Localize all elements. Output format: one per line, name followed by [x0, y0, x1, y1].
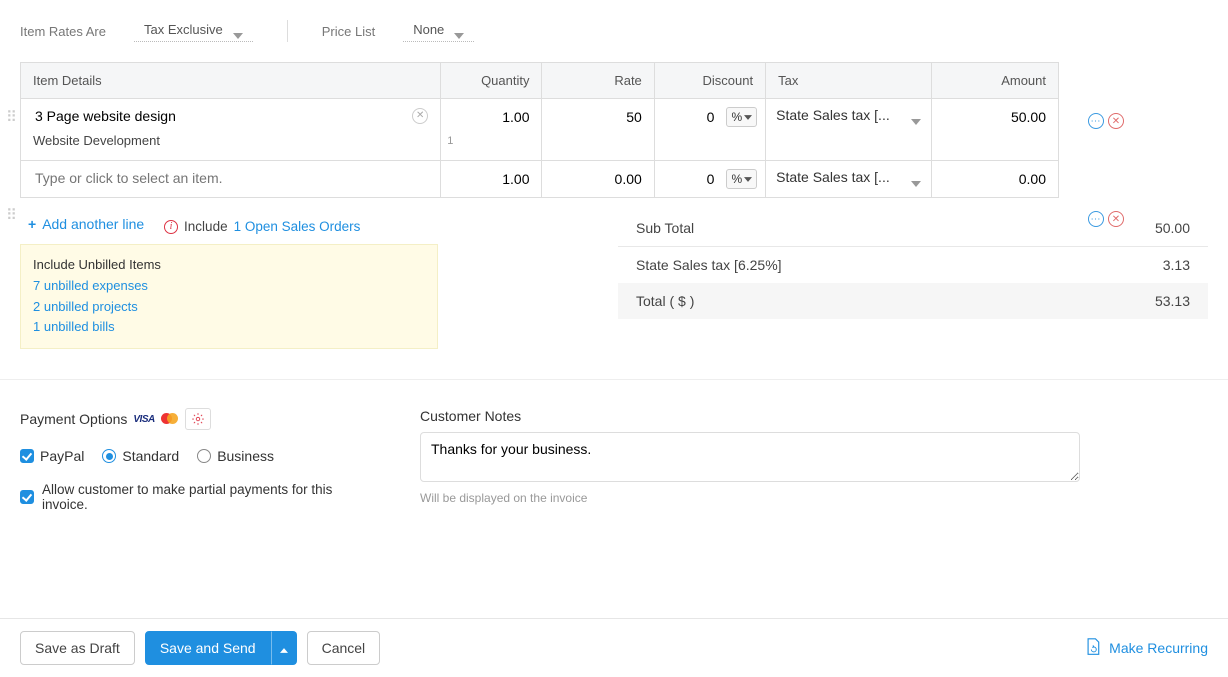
allow-partial-label: Allow customer to make partial payments …: [42, 482, 380, 512]
th-discount: Discount: [654, 63, 765, 99]
discount-unit-value: %: [731, 110, 742, 124]
standard-label: Standard: [122, 448, 179, 464]
customer-notes-hint: Will be displayed on the invoice: [420, 491, 1080, 505]
th-rate: Rate: [542, 63, 654, 99]
item-name-input[interactable]: [33, 169, 428, 187]
th-qty: Quantity: [441, 63, 542, 99]
include-label: Include: [184, 219, 228, 234]
amount-value: [932, 161, 1058, 197]
row-remove-icon[interactable]: ✕: [1108, 113, 1124, 129]
standard-radio[interactable]: Standard: [102, 448, 179, 464]
chevron-down-icon: [454, 27, 464, 33]
tax-row-value: 3.13: [1163, 257, 1190, 273]
add-line-label: Add another line: [42, 216, 144, 232]
checkbox-icon: [20, 490, 34, 504]
discount-input[interactable]: [655, 99, 727, 135]
payment-settings-button[interactable]: [185, 408, 211, 430]
table-row: ✕ Website Development 1 %: [21, 99, 1059, 161]
unbilled-bills-link[interactable]: 1 unbilled bills: [33, 317, 425, 338]
rate-input[interactable]: [542, 99, 653, 135]
tax-value: State Sales tax [...: [776, 107, 890, 123]
payment-options-title: Payment Options: [20, 411, 127, 427]
drag-handle-icon[interactable]: ⠿: [6, 212, 16, 226]
tax-select[interactable]: State Sales tax [...: [776, 107, 920, 123]
paypal-label: PayPal: [40, 448, 84, 464]
subtotal-value: 50.00: [1155, 220, 1190, 236]
radio-icon: [197, 449, 211, 463]
recurring-doc-icon: [1085, 638, 1101, 659]
table-row: % State Sales tax [...: [21, 161, 1059, 198]
quantity-input[interactable]: [441, 161, 541, 197]
cancel-button[interactable]: Cancel: [307, 631, 381, 665]
total-label: Total ( $ ): [636, 293, 694, 309]
paypal-checkbox[interactable]: PayPal: [20, 448, 84, 464]
mastercard-icon: [161, 413, 179, 425]
unbilled-projects-link[interactable]: 2 unbilled projects: [33, 297, 425, 318]
customer-notes-textarea[interactable]: [420, 432, 1080, 482]
business-label: Business: [217, 448, 274, 464]
allow-partial-checkbox[interactable]: [20, 490, 34, 504]
discount-unit-toggle[interactable]: %: [726, 169, 757, 189]
info-icon: i: [164, 220, 178, 234]
th-amount: Amount: [931, 63, 1058, 99]
discount-input[interactable]: [655, 161, 727, 197]
row-number: 1: [447, 135, 453, 147]
business-radio[interactable]: Business: [197, 448, 274, 464]
item-description[interactable]: Website Development: [21, 129, 440, 160]
drag-handle-icon[interactable]: ⠿: [6, 114, 16, 128]
quantity-input[interactable]: [441, 99, 541, 135]
open-sales-orders-link[interactable]: 1 Open Sales Orders: [234, 219, 361, 234]
item-rates-select[interactable]: Tax Exclusive: [134, 20, 253, 42]
tax-value: State Sales tax [...: [776, 169, 890, 185]
row-remove-icon[interactable]: ✕: [1108, 211, 1124, 227]
save-draft-button[interactable]: Save as Draft: [20, 631, 135, 665]
separator: [287, 20, 288, 42]
tax-row-label: State Sales tax [6.25%]: [636, 257, 782, 273]
chevron-down-icon: [911, 112, 921, 118]
rate-input[interactable]: [542, 161, 653, 197]
save-send-button[interactable]: Save and Send: [145, 631, 271, 665]
subtotal-label: Sub Total: [636, 220, 694, 236]
visa-icon: VISA: [133, 414, 154, 425]
clear-icon[interactable]: ✕: [412, 108, 428, 124]
discount-unit-value: %: [731, 172, 742, 186]
make-recurring-label: Make Recurring: [1109, 640, 1208, 656]
unbilled-expenses-link[interactable]: 7 unbilled expenses: [33, 276, 425, 297]
item-rates-value: Tax Exclusive: [144, 22, 223, 37]
save-send-more-button[interactable]: [271, 631, 297, 665]
customer-notes-label: Customer Notes: [420, 408, 1080, 424]
unbilled-items-box: Include Unbilled Items 7 unbilled expens…: [20, 244, 438, 349]
gear-icon: [191, 412, 205, 426]
caret-up-icon: [280, 648, 288, 653]
th-tax: Tax: [766, 63, 931, 99]
discount-unit-toggle[interactable]: %: [726, 107, 757, 127]
radio-icon: [102, 449, 116, 463]
pricelist-value: None: [413, 22, 444, 37]
unbilled-title: Include Unbilled Items: [33, 255, 425, 276]
row-more-icon[interactable]: ⋯: [1088, 211, 1104, 227]
make-recurring-link[interactable]: Make Recurring: [1085, 638, 1208, 659]
pricelist-label: Price List: [322, 24, 375, 39]
item-name-input[interactable]: [33, 107, 412, 125]
item-rates-label: Item Rates Are: [20, 24, 106, 39]
checkbox-icon: [20, 449, 34, 463]
total-value: 53.13: [1155, 293, 1190, 309]
th-item: Item Details: [21, 63, 441, 99]
chevron-down-icon: [911, 174, 921, 180]
tax-select[interactable]: State Sales tax [...: [776, 169, 920, 185]
plus-icon: +: [28, 216, 36, 232]
pricelist-select[interactable]: None: [403, 20, 474, 42]
amount-value: [932, 99, 1058, 135]
row-more-icon[interactable]: ⋯: [1088, 113, 1104, 129]
chevron-down-icon: [233, 27, 243, 33]
add-line-button[interactable]: + Add another line: [20, 210, 152, 238]
